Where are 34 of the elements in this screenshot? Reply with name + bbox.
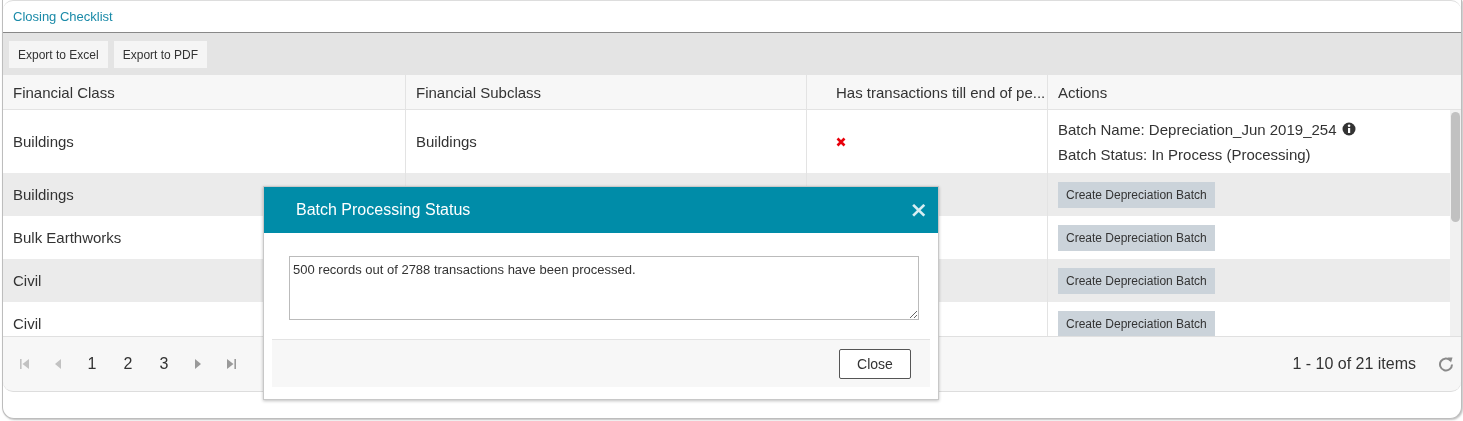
dialog-title: Batch Processing Status (296, 201, 472, 219)
message-box[interactable]: 500 records out of 2788 transactions have been processed. (289, 256, 919, 320)
column-header[interactable]: Actions (1048, 75, 1450, 109)
table-cell: Civil (13, 272, 42, 289)
column-header[interactable]: Has transactions till end of pe... (807, 75, 1048, 109)
scrollbar[interactable] (1450, 110, 1461, 336)
create-batch-button[interactable]: Create Depreciation Batch (1058, 310, 1215, 336)
create-batch-button[interactable]: Create Depreciation Batch (1058, 181, 1215, 208)
table-cell: Civil (13, 315, 42, 332)
export-button[interactable]: Export to PDF (113, 40, 208, 68)
column-header[interactable]: Financial Subclass (406, 75, 807, 109)
page-link[interactable]: 1 (74, 355, 110, 373)
scrollbar-thumb[interactable] (1451, 112, 1460, 222)
batch-status: Batch Status: In Process (Processing) (1058, 145, 1312, 163)
previous-page-icon[interactable] (55, 359, 61, 369)
table-cell: Buildings (416, 133, 477, 150)
page-summary: 1 - 10 of 21 items (1292, 355, 1416, 373)
page-link[interactable]: 3 (146, 355, 182, 373)
page-link[interactable]: 2 (110, 355, 146, 373)
batch-name: Batch Name: Depreciation_Jun 2019_254 (1058, 120, 1337, 138)
info-icon[interactable] (1341, 122, 1356, 136)
next-page-icon[interactable] (195, 359, 201, 369)
last-page-icon[interactable] (227, 359, 236, 369)
panel-title: Closing Checklist (13, 9, 113, 24)
table-cell: Buildings (13, 186, 74, 203)
create-batch-button[interactable]: Create Depreciation Batch (1058, 267, 1215, 294)
table-cell: Bulk Earthworks (13, 229, 122, 246)
export-button[interactable]: Export to Excel (9, 40, 108, 68)
create-batch-button[interactable]: Create Depreciation Batch (1058, 224, 1215, 251)
first-page-icon[interactable] (20, 359, 29, 369)
column-header[interactable]: Financial Class (3, 75, 406, 109)
table-cell: Buildings (13, 133, 74, 150)
refresh-icon[interactable] (1438, 356, 1454, 372)
close-button[interactable]: Close (839, 348, 911, 379)
